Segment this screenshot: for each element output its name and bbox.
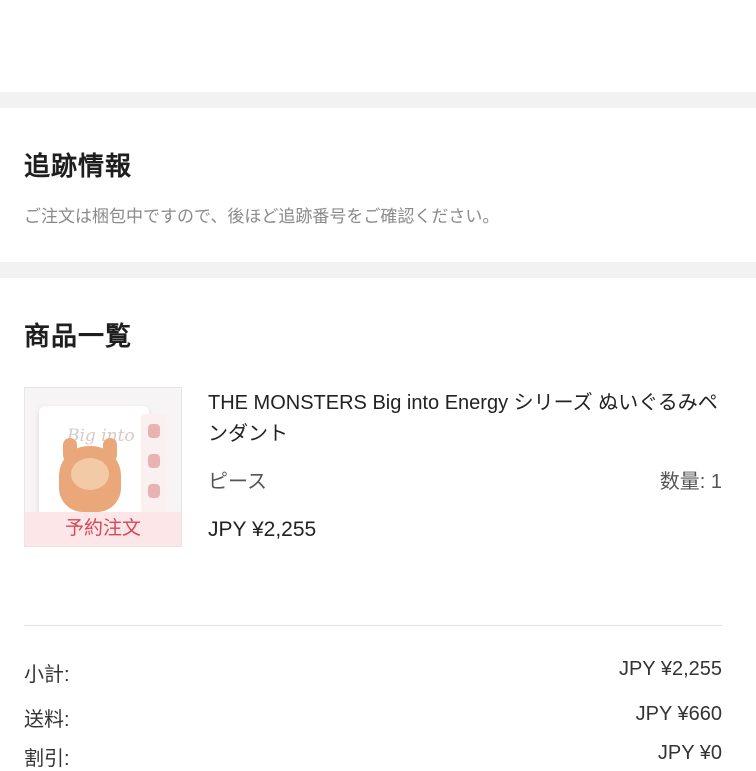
tracking-message: ご注文は梱包中ですので、後ほど追跡番号をご確認ください。 bbox=[24, 207, 500, 226]
preorder-badge: 予約注文 bbox=[25, 512, 181, 546]
product-quantity: 数量: 1 bbox=[659, 471, 722, 493]
product-list-title: 商品一覧 bbox=[24, 321, 133, 351]
section-separator bbox=[0, 92, 756, 108]
doll-face bbox=[71, 458, 109, 490]
shipping-label: 送料: bbox=[24, 709, 70, 731]
product-price: JPY ¥2,255 bbox=[208, 518, 317, 541]
product-thumbnail[interactable]: Big into 予約注文 bbox=[24, 387, 182, 547]
divider bbox=[24, 625, 722, 626]
product-name[interactable]: THE MONSTERS Big into Energy シリーズ ぬいぐるみペ… bbox=[208, 388, 728, 450]
subtotal-label: 小計: bbox=[24, 664, 70, 686]
shipping-value: JPY ¥660 bbox=[635, 703, 722, 725]
section-separator bbox=[0, 262, 756, 278]
discount-label: 割引: bbox=[24, 748, 70, 770]
subtotal-value: JPY ¥2,255 bbox=[618, 658, 722, 680]
tracking-title: 追跡情報 bbox=[24, 151, 133, 181]
box-art-lettering: Big into bbox=[67, 426, 135, 446]
discount-value: JPY ¥0 bbox=[657, 742, 722, 764]
box-side-decoration bbox=[141, 414, 167, 514]
product-variant: ピース bbox=[208, 471, 267, 493]
